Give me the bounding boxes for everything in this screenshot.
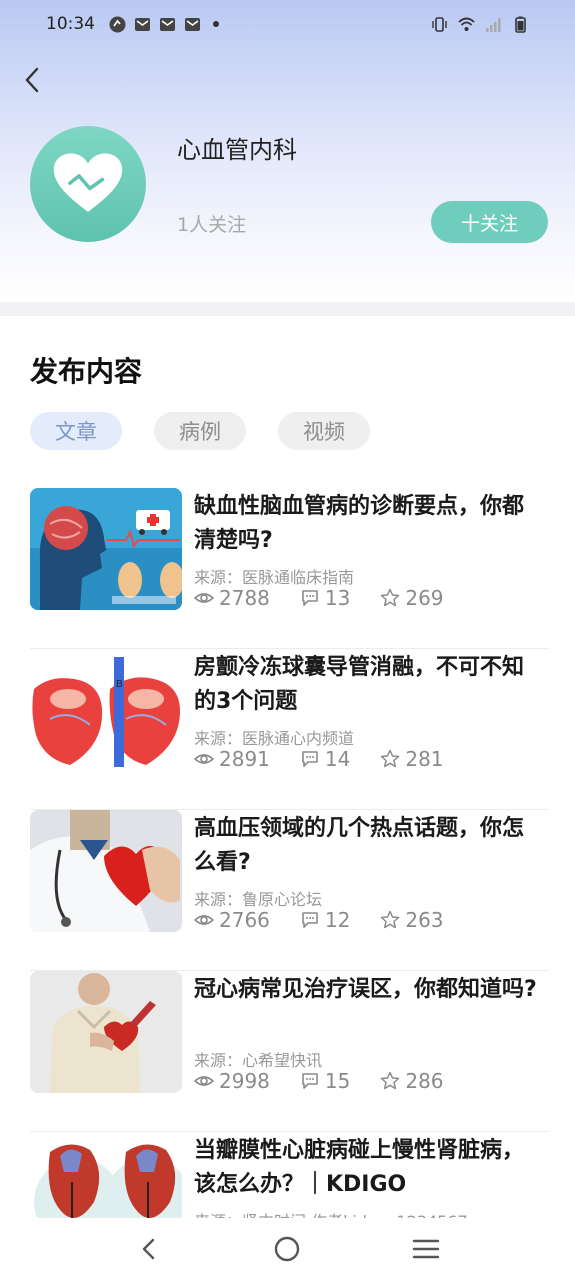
article-thumbnail (30, 488, 182, 610)
tab-videos[interactable]: 视频 (278, 412, 370, 450)
article-source: 来源：医脉通临床指南 (194, 568, 355, 587)
article-list: 缺血性脑血管病的诊断要点，你都清楚吗? 来源：医脉通临床指南 2788 13 2… (30, 488, 549, 1218)
comment-icon (302, 1073, 318, 1089)
more-notifications-dot-icon (213, 21, 219, 27)
view-count: 2998 (194, 1069, 270, 1093)
article-source: 来源：肾内时间 作者kidney1234567 (194, 1208, 468, 1218)
section-divider (0, 302, 575, 316)
article-item[interactable]: B 房颤冷冻球囊导管消融，不可不知的3个问题 来源：医脉通心内频道 2891 1… (30, 649, 549, 810)
app-notification-icon (109, 16, 126, 33)
article-thumbnail (30, 971, 182, 1093)
menu-icon (412, 1239, 440, 1259)
article-stats: 2766 12 263 (194, 908, 474, 932)
svg-text:B: B (116, 679, 123, 690)
signal-icon (485, 16, 502, 33)
article-stats: 2998 15 286 (194, 1069, 474, 1093)
star-icon (381, 1071, 400, 1090)
article-item[interactable]: 高血压领域的几个热点话题，你怎么看? 来源：鲁原心论坛 2766 12 263 (30, 810, 549, 971)
star-count[interactable]: 263 (380, 908, 444, 932)
eye-icon (194, 1076, 214, 1086)
wifi-icon (458, 16, 475, 33)
star-count[interactable]: 281 (380, 747, 444, 771)
view-count: 2891 (194, 747, 270, 771)
article-stats: 2788 13 269 (194, 586, 474, 610)
article-source: 来源：鲁原心论坛 (194, 890, 323, 909)
comment-count[interactable]: 15 (300, 1069, 350, 1093)
article-thumbnail (30, 1132, 182, 1218)
department-logo (30, 126, 146, 242)
eye-icon (194, 593, 214, 603)
tab-cases[interactable]: 病例 (154, 412, 246, 450)
view-count: 2788 (194, 586, 270, 610)
comment-count[interactable]: 12 (300, 908, 350, 932)
article-source: 来源：医脉通心内频道 (194, 729, 355, 748)
article-item[interactable]: 缺血性脑血管病的诊断要点，你都清楚吗? 来源：医脉通临床指南 2788 13 2… (30, 488, 549, 649)
article-title: 房颤冷冻球囊导管消融，不可不知的3个问题 (194, 655, 525, 714)
department-name: 心血管内科 (177, 136, 297, 164)
comment-icon (302, 590, 318, 606)
star-icon (381, 588, 400, 607)
section-title: 发布内容 (30, 355, 143, 388)
home-circle-icon (275, 1236, 300, 1262)
mail-notification-icon (134, 16, 151, 33)
follow-button[interactable]: 十关注 (431, 201, 548, 243)
article-item[interactable]: 当瓣膜性心脏病碰上慢性肾脏病，该怎么办？｜KDIGO 来源：肾内时间 作者kid… (30, 1132, 549, 1218)
status-time: 10:34 (46, 14, 95, 34)
chevron-left-icon (25, 67, 39, 93)
article-item[interactable]: 冠心病常见治疗误区，你都知道吗? 来源：心希望快讯 2998 15 286 (30, 971, 549, 1132)
article-title: 高血压领域的几个热点话题，你怎么看? (194, 816, 525, 875)
article-title: 缺血性脑血管病的诊断要点，你都清楚吗? (194, 494, 525, 553)
comment-count[interactable]: 13 (300, 586, 350, 610)
follower-count: 1人关注 (177, 214, 247, 236)
comment-icon (302, 751, 318, 767)
article-stats: 2891 14 281 (194, 747, 474, 771)
star-count[interactable]: 286 (380, 1069, 444, 1093)
eye-icon (194, 915, 214, 925)
nav-menu-button[interactable] (406, 1229, 446, 1269)
star-icon (381, 910, 400, 929)
mail-notification-icon (184, 16, 201, 33)
mail-notification-icon (159, 16, 176, 33)
star-count[interactable]: 269 (380, 586, 444, 610)
star-icon (381, 749, 400, 768)
back-triangle-icon (142, 1238, 155, 1260)
nav-back-button[interactable] (129, 1229, 169, 1269)
article-title: 冠心病常见治疗误区，你都知道吗? (194, 977, 537, 1002)
article-thumbnail: B (30, 649, 182, 771)
tab-articles[interactable]: 文章 (30, 412, 122, 450)
article-source: 来源：心希望快讯 (194, 1051, 323, 1070)
system-navigation-bar (0, 1218, 575, 1280)
vibrate-icon (431, 16, 448, 33)
back-button[interactable] (22, 64, 50, 96)
nav-home-button[interactable] (267, 1229, 307, 1269)
heart-pulse-icon (53, 153, 123, 212)
article-title: 当瓣膜性心脏病碰上慢性肾脏病，该怎么办？｜KDIGO (194, 1138, 525, 1197)
view-count: 2766 (194, 908, 270, 932)
content-tabs: 文章 病例 视频 (30, 412, 370, 450)
status-bar: 10:34 (0, 0, 575, 48)
eye-icon (194, 754, 214, 764)
article-thumbnail (30, 810, 182, 932)
battery-icon (512, 16, 529, 33)
comment-icon (302, 912, 318, 928)
comment-count[interactable]: 14 (300, 747, 350, 771)
